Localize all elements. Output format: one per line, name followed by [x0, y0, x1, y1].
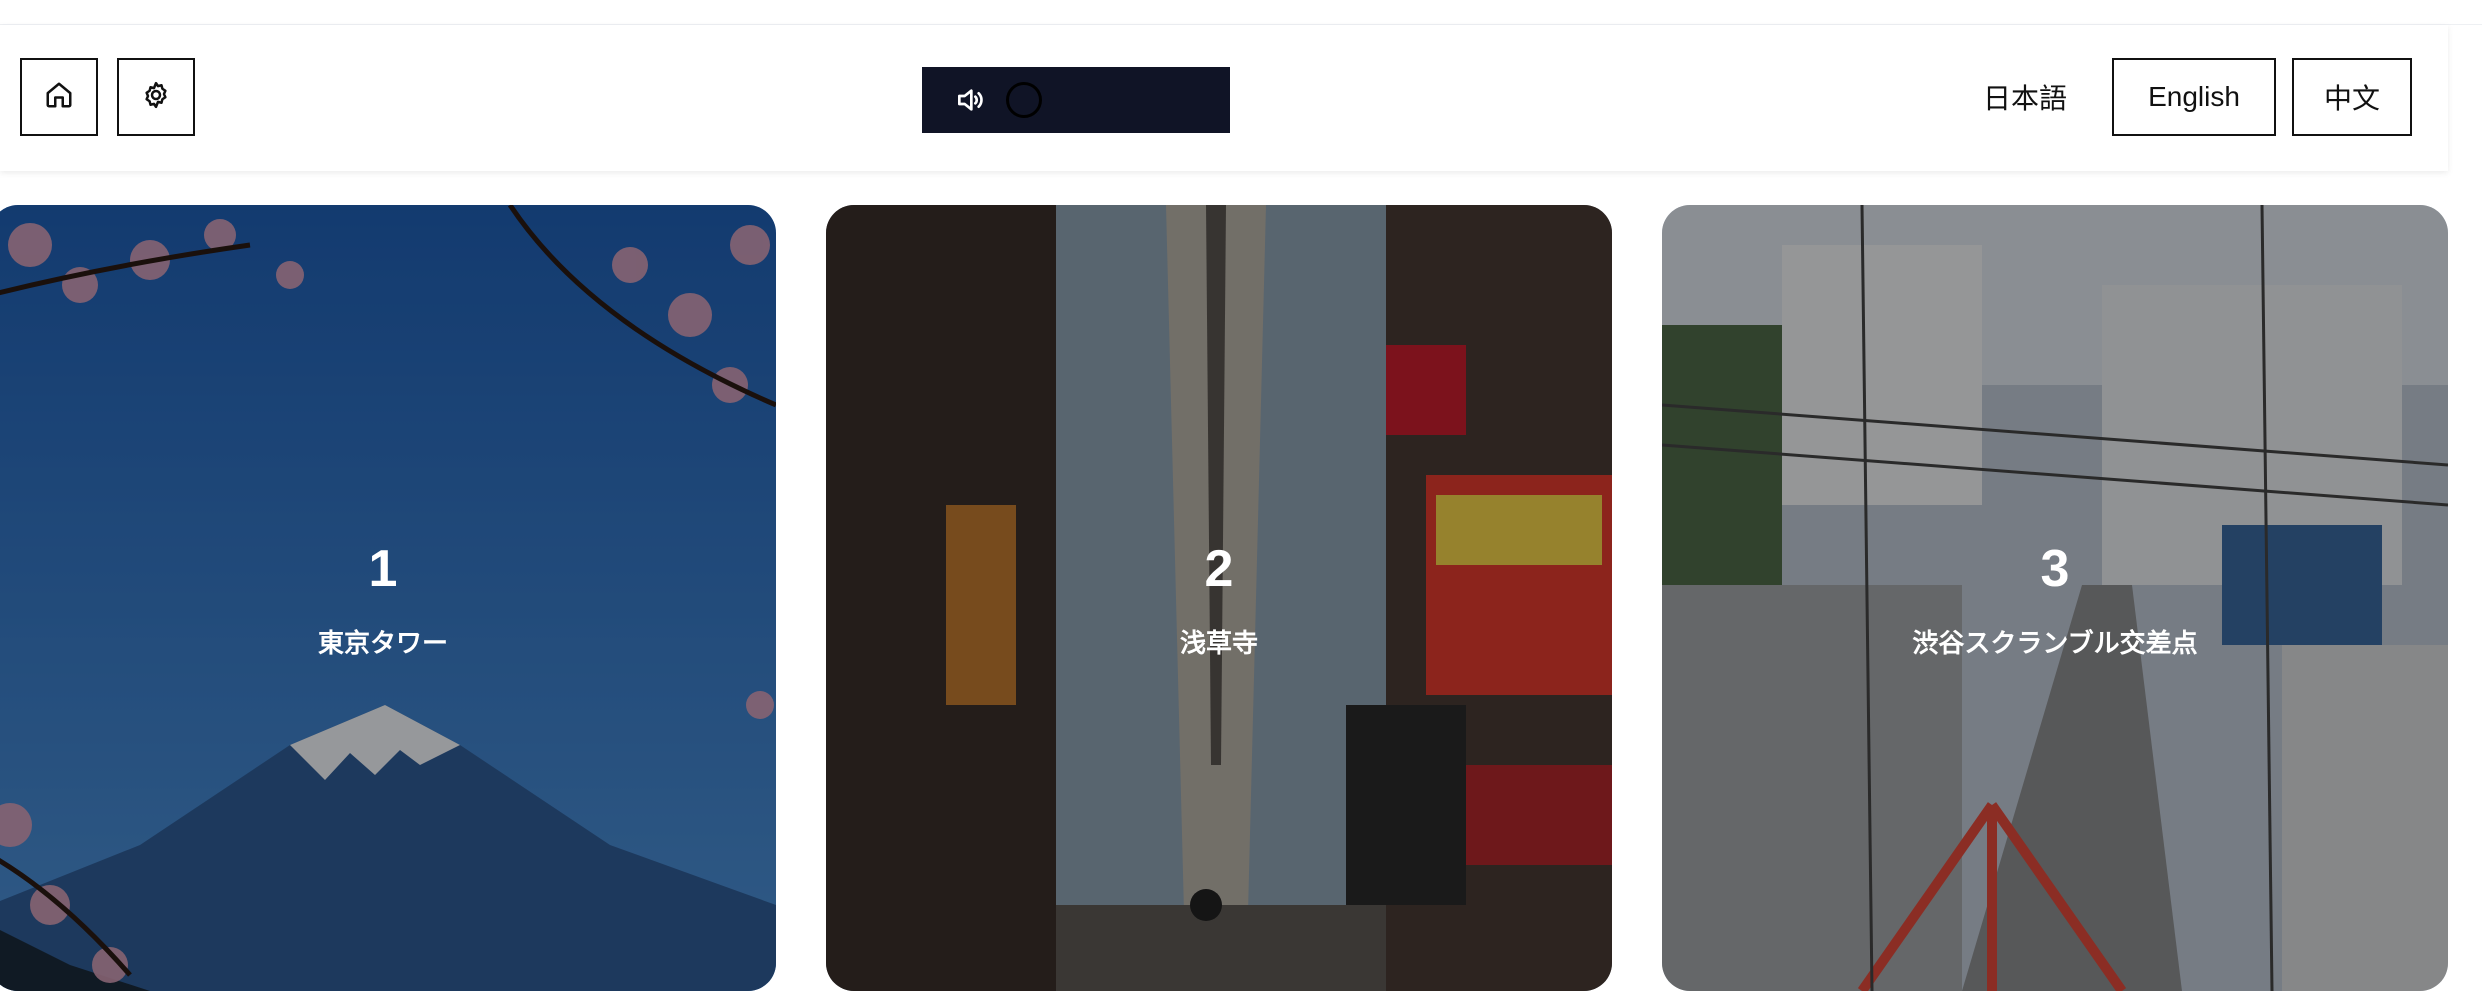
card-2-number: 2 — [1204, 540, 1234, 598]
gear-icon — [141, 80, 171, 114]
settings-button[interactable] — [117, 58, 195, 136]
card-1-title: 東京タワー — [317, 629, 448, 659]
location-card-3[interactable]: 3 渋谷スクランブル交差点 — [1662, 205, 2448, 991]
lang-english-button[interactable]: English — [2112, 58, 2276, 136]
card-3-number: 3 — [2040, 540, 2070, 598]
home-button[interactable] — [20, 58, 98, 136]
card-2-title: 浅草寺 — [1179, 629, 1258, 659]
lang-japanese-button[interactable]: 日本語 — [1962, 58, 2088, 136]
home-icon — [44, 80, 74, 114]
header-bar: 日本語 English 中文 — [0, 25, 2448, 171]
speaker-icon[interactable] — [954, 84, 986, 116]
lang-chinese-button[interactable]: 中文 — [2292, 58, 2412, 136]
top-strip — [0, 0, 2482, 25]
card-1-number: 1 — [368, 540, 398, 598]
audio-player[interactable] — [922, 67, 1230, 133]
location-card-2[interactable]: 2 浅草寺 — [826, 205, 1612, 991]
location-card-1[interactable]: 1 東京タワー — [0, 205, 776, 991]
card-3-title: 渋谷スクランブル交差点 — [1912, 629, 2198, 659]
audio-slider-handle[interactable] — [1006, 82, 1042, 118]
